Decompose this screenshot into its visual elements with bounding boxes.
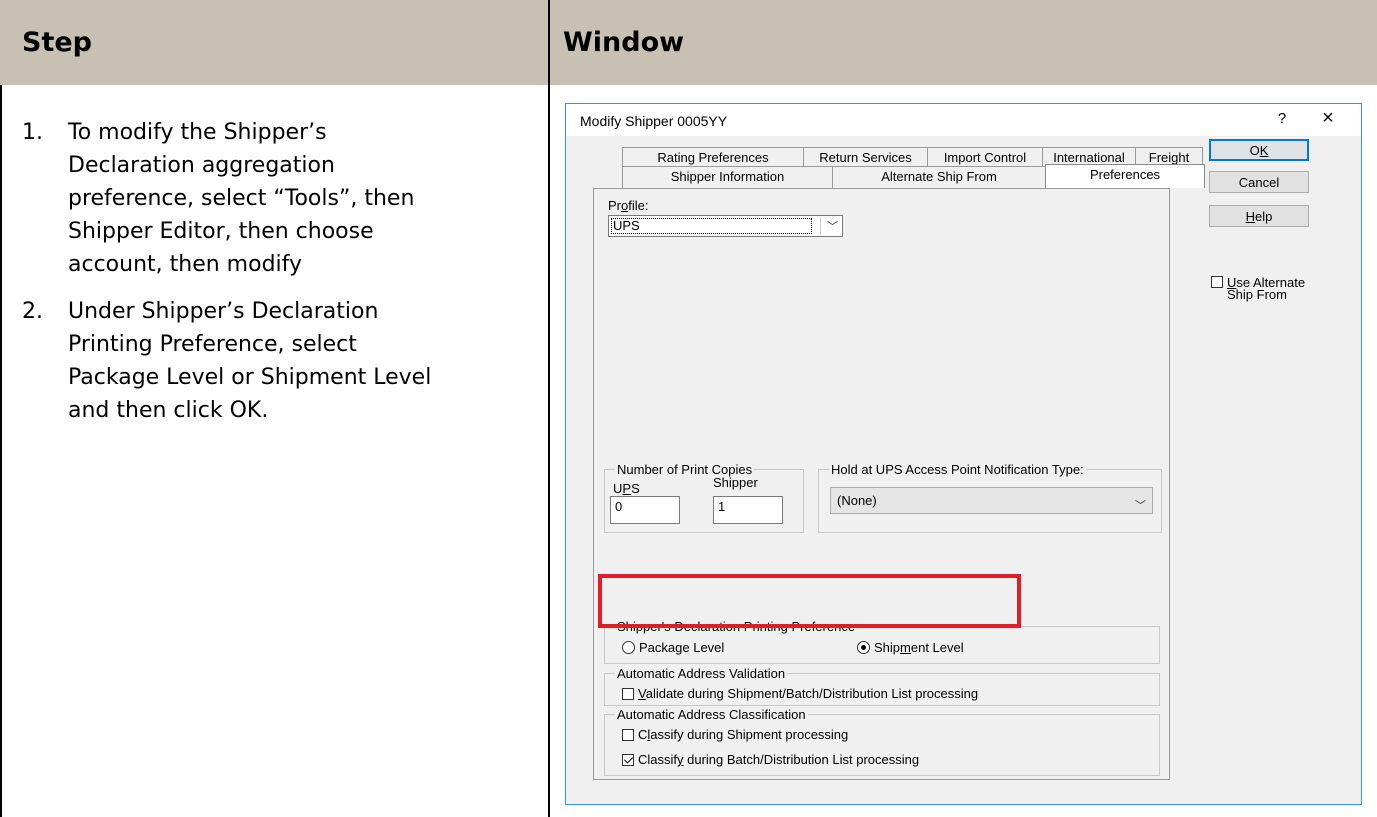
- ups-copies-label: UPS: [613, 481, 640, 496]
- classify-shipment-checkbox[interactable]: Classify during Shipment processing: [622, 727, 848, 742]
- classify-batch-checkbox[interactable]: Classify during Batch/Distribution List …: [622, 752, 919, 767]
- checkbox-icon: [1211, 276, 1223, 288]
- hold-at-title: Hold at UPS Access Point Notification Ty…: [829, 462, 1086, 477]
- package-level-radio[interactable]: Package Level: [622, 640, 724, 655]
- close-icon[interactable]: ×: [1316, 107, 1340, 130]
- select-divider: [820, 217, 821, 235]
- step-number: 2.: [22, 299, 43, 324]
- shipment-level-radio[interactable]: Shipment Level: [857, 640, 964, 655]
- dialog-title: Modify Shipper 0005YY: [580, 113, 728, 129]
- tab-alternate-ship-from[interactable]: Alternate Ship From: [832, 166, 1046, 188]
- ok-button[interactable]: OK: [1209, 139, 1309, 161]
- notification-type-select[interactable]: (None) ﹀: [830, 487, 1153, 514]
- dialog-titlebar: Modify Shipper 0005YY ? ×: [566, 104, 1361, 136]
- dialog-body: Rating Preferences Return Services Impor…: [566, 136, 1361, 804]
- step-text-line: account, then modify: [68, 252, 303, 277]
- window-column-header: Window: [563, 27, 685, 58]
- hold-at-access-point-group: Hold at UPS Access Point Notification Ty…: [818, 462, 1162, 533]
- step-1: 1. To modify the Shipper’s Declaration a…: [22, 116, 527, 281]
- chevron-down-icon: ﹀: [827, 221, 838, 233]
- preferences-panel: Profile: UPS ﹀ Number of Print Copies UP…: [593, 188, 1170, 780]
- step-column-header: Step: [22, 27, 92, 58]
- modify-shipper-dialog: Modify Shipper 0005YY ? × Rating Prefere…: [565, 103, 1362, 805]
- chevron-down-icon: ﹀: [1135, 500, 1146, 512]
- use-alternate-ship-from-checkbox[interactable]: Use Alternate Ship From: [1211, 276, 1305, 301]
- notification-type-value: (None): [837, 493, 877, 508]
- step-text-line: Package Level or Shipment Level: [68, 365, 432, 390]
- help-question-icon[interactable]: ?: [1272, 110, 1292, 127]
- tab-import-control[interactable]: Import Control: [927, 147, 1043, 168]
- steps-list: 1. To modify the Shipper’s Declaration a…: [22, 85, 527, 427]
- step-text-line: Shipper Editor, then choose: [68, 219, 374, 244]
- step-text-line: Printing Preference, select: [68, 332, 357, 357]
- use-alternate-label: Use Alternate Ship From: [1227, 275, 1306, 302]
- shipper-copies-label: Shipper: [713, 475, 758, 490]
- step-text-line: preference, select “Tools”, then: [68, 186, 415, 211]
- tab-return-services[interactable]: Return Services: [803, 147, 928, 168]
- profile-value: UPS: [611, 218, 812, 234]
- cancel-button[interactable]: Cancel: [1209, 171, 1309, 193]
- highlight-box: [598, 574, 1021, 628]
- address-validation-group: Automatic Address Validation Validate du…: [604, 666, 1160, 706]
- profile-select[interactable]: UPS ﹀: [608, 215, 843, 237]
- address-classification-title: Automatic Address Classification: [615, 707, 808, 722]
- radio-selected-icon: [857, 641, 870, 654]
- step-number: 1.: [22, 120, 43, 145]
- step-2: 2. Under Shipper’s Declaration Printing …: [22, 295, 527, 427]
- step-text-line: To modify the Shipper’s: [68, 120, 327, 145]
- tab-preferences[interactable]: Preferences: [1045, 164, 1205, 188]
- validate-checkbox[interactable]: Validate during Shipment/Batch/Distribut…: [622, 686, 978, 701]
- profile-label: Profile:: [608, 198, 649, 213]
- declaration-printing-group: Shipper's Declaration Printing Preferenc…: [604, 619, 1160, 664]
- table-header: Step Window: [0, 0, 1377, 85]
- shipper-copies-input[interactable]: 1: [713, 496, 783, 524]
- print-copies-group: Number of Print Copies UPS Shipper 0 1: [604, 462, 804, 533]
- table-border-left: [0, 85, 2, 817]
- address-classification-group: Automatic Address Classification Classif…: [604, 707, 1160, 776]
- ups-copies-input[interactable]: 0: [610, 496, 680, 524]
- address-validation-title: Automatic Address Validation: [615, 666, 788, 681]
- checkbox-checked-icon: [622, 754, 634, 766]
- checkbox-icon: [622, 688, 634, 700]
- step-text-line: Declaration aggregation: [68, 153, 335, 178]
- checkbox-icon: [622, 729, 634, 741]
- step-text-line: Under Shipper’s Declaration: [68, 299, 379, 324]
- help-button[interactable]: Help: [1209, 205, 1309, 227]
- step-text-line: and then click OK.: [68, 398, 269, 423]
- tab-rating-preferences[interactable]: Rating Preferences: [622, 147, 804, 168]
- table-column-divider: [548, 0, 550, 817]
- radio-icon: [622, 641, 635, 654]
- tab-row-front: Shipper Information Alternate Ship From …: [622, 164, 1205, 188]
- tab-shipper-information[interactable]: Shipper Information: [622, 166, 833, 188]
